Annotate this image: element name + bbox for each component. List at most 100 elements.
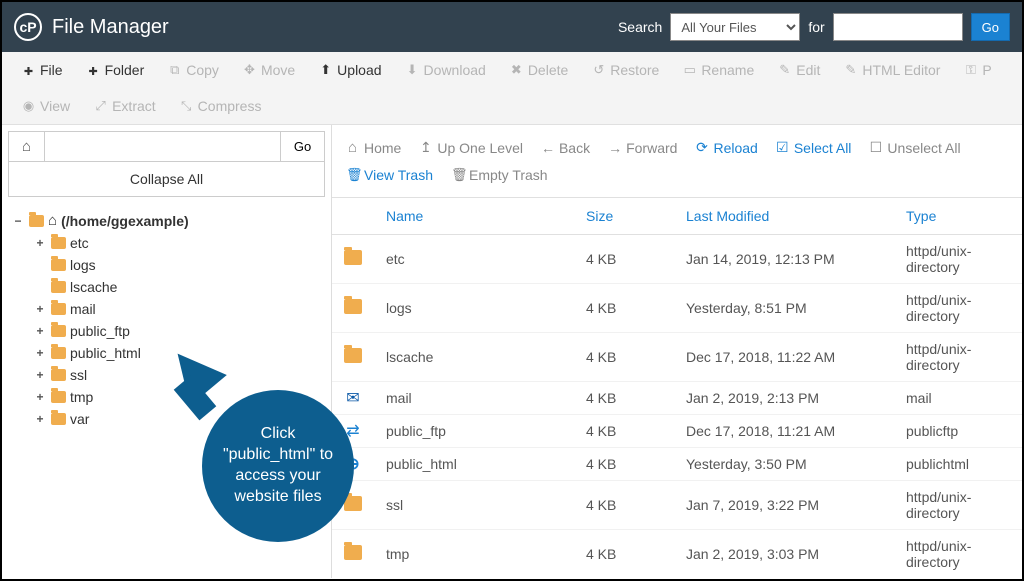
table-row[interactable]: mail4 KBJan 2, 2019, 2:13 PMmail <box>332 382 1022 415</box>
reload-icon <box>695 139 708 156</box>
cell-type: mail <box>894 382 1022 415</box>
tree-node-logs[interactable]: logs <box>34 254 325 276</box>
file-button[interactable]: File <box>10 52 75 88</box>
up-one-level-button[interactable]: Up One Level <box>417 135 525 160</box>
tree-toggle-icon[interactable]: + <box>34 236 46 250</box>
cell-modified: Jan 7, 2019, 3:22 PM <box>674 481 894 530</box>
tree-node-mail[interactable]: +mail <box>34 298 325 320</box>
tree-toggle-icon[interactable]: + <box>34 346 46 360</box>
delete-icon <box>510 62 523 78</box>
folder-icon <box>50 412 66 426</box>
table-row[interactable]: public_ftp4 KBDec 17, 2018, 11:21 AMpubl… <box>332 415 1022 448</box>
forward-icon <box>608 140 621 156</box>
app-header: cP File Manager Search All Your Files fo… <box>2 2 1022 52</box>
tree-node-tmp[interactable]: + tmp <box>34 386 325 408</box>
restore-button: Restore <box>580 52 671 88</box>
table-row[interactable]: lscache4 KBDec 17, 2018, 11:22 AMhttpd/u… <box>332 333 1022 382</box>
table-row[interactable]: etc4 KBJan 14, 2019, 12:13 PMhttpd/unix-… <box>332 235 1022 284</box>
tree-toggle-icon[interactable]: + <box>34 412 46 426</box>
tree-node-label: var <box>70 411 89 427</box>
extract-icon <box>94 98 107 114</box>
collapse-all-button[interactable]: Collapse All <box>8 162 325 197</box>
toolbar-label: Restore <box>610 62 659 78</box>
tree-toggle-icon[interactable]: + <box>34 368 46 382</box>
app-title: File Manager <box>52 16 618 39</box>
view-button: View <box>10 88 82 124</box>
search-go-button[interactable]: Go <box>971 13 1010 41</box>
cell-size: 4 KB <box>574 481 674 530</box>
cell-modified: Dec 17, 2018, 11:22 AM <box>674 333 894 382</box>
globe-icon <box>344 457 362 472</box>
folder-icon <box>50 324 66 338</box>
toolbar-label: Move <box>261 62 295 78</box>
up-icon <box>419 139 432 156</box>
table-body: etc4 KBJan 14, 2019, 12:13 PMhttpd/unix-… <box>332 235 1022 579</box>
tree-node-public_html[interactable]: + public_html <box>34 342 325 364</box>
path-bar: Go <box>8 131 325 162</box>
for-label: for <box>808 19 824 35</box>
search-input[interactable] <box>833 13 963 41</box>
home-icon <box>346 139 359 156</box>
sidebar: Go Collapse All − (/home/ggexample) +etc… <box>2 125 332 578</box>
tree-node-label: public_html <box>70 345 141 361</box>
tree-node-etc[interactable]: +etc <box>34 232 325 254</box>
toolbar-label: Extract <box>112 98 156 114</box>
tree-node-label: tmp <box>70 389 93 405</box>
toolbar-row-1: FileFolderCopyMoveUploadDownloadDeleteRe… <box>10 52 1014 88</box>
col-icon[interactable] <box>332 198 374 235</box>
cell-modified: Jan 14, 2019, 12:13 PM <box>674 235 894 284</box>
tree-toggle-icon[interactable]: + <box>34 390 46 404</box>
file-toolbar-label: Select All <box>794 140 852 156</box>
forward-button[interactable]: Forward <box>606 135 679 160</box>
tree-children: +etclogslscache+mail+public_ftp+public_h… <box>12 232 325 430</box>
tree-root[interactable]: − (/home/ggexample) <box>12 209 325 232</box>
path-home-button[interactable] <box>9 132 45 161</box>
mail-icon <box>344 391 362 406</box>
back-button[interactable]: Back <box>539 135 592 160</box>
tree-toggle-icon[interactable]: − <box>12 214 24 228</box>
cell-name: tmp <box>374 530 574 579</box>
toolbar-label: Copy <box>186 62 219 78</box>
cpanel-logo: cP <box>14 13 42 41</box>
search-scope-select[interactable]: All Your Files <box>670 13 800 41</box>
path-input[interactable] <box>45 132 280 161</box>
cell-name: ssl <box>374 481 574 530</box>
folder-button[interactable]: Folder <box>75 52 157 88</box>
table-row[interactable]: public_html4 KBYesterday, 3:50 PMpublich… <box>332 448 1022 481</box>
tree-node-lscache[interactable]: lscache <box>34 276 325 298</box>
tree-toggle-icon[interactable]: + <box>34 324 46 338</box>
tree-toggle-icon[interactable]: + <box>34 302 46 316</box>
cell-icon <box>332 333 374 382</box>
upload-button[interactable]: Upload <box>307 52 393 88</box>
search-area: Search All Your Files for Go <box>618 13 1010 41</box>
reload-button[interactable]: Reload <box>693 135 759 160</box>
empty-trash-button[interactable]: Empty Trash <box>449 162 550 187</box>
cell-size: 4 KB <box>574 284 674 333</box>
unselect-all-button[interactable]: Unselect All <box>867 135 962 160</box>
cell-name: etc <box>374 235 574 284</box>
path-go-button[interactable]: Go <box>280 132 324 161</box>
cell-modified: Jan 2, 2019, 2:13 PM <box>674 382 894 415</box>
tree-node-label: public_ftp <box>70 323 130 339</box>
tree-node-label: lscache <box>70 279 117 295</box>
file-toolbar-label: Unselect All <box>887 140 960 156</box>
col-size[interactable]: Size <box>574 198 674 235</box>
col-modified[interactable]: Last Modified <box>674 198 894 235</box>
table-row[interactable]: logs4 KBYesterday, 8:51 PMhttpd/unix-dir… <box>332 284 1022 333</box>
tree-node-var[interactable]: + var <box>34 408 325 430</box>
cell-size: 4 KB <box>574 415 674 448</box>
move-button: Move <box>231 52 307 88</box>
select-all-button[interactable]: Select All <box>774 135 854 160</box>
home-button[interactable]: Home <box>344 135 403 160</box>
table-row[interactable]: tmp4 KBJan 2, 2019, 3:03 PMhttpd/unix-di… <box>332 530 1022 579</box>
folder-icon <box>50 236 66 250</box>
folder-icon <box>50 280 66 294</box>
tree-node-public_ftp[interactable]: + public_ftp <box>34 320 325 342</box>
col-type[interactable]: Type <box>894 198 1022 235</box>
toolbar-label: Compress <box>198 98 262 114</box>
view-trash-button[interactable]: View Trash <box>344 162 435 187</box>
col-name[interactable]: Name <box>374 198 574 235</box>
rename-icon <box>683 62 696 78</box>
tree-node-ssl[interactable]: +ssl <box>34 364 325 386</box>
table-row[interactable]: ssl4 KBJan 7, 2019, 3:22 PMhttpd/unix-di… <box>332 481 1022 530</box>
